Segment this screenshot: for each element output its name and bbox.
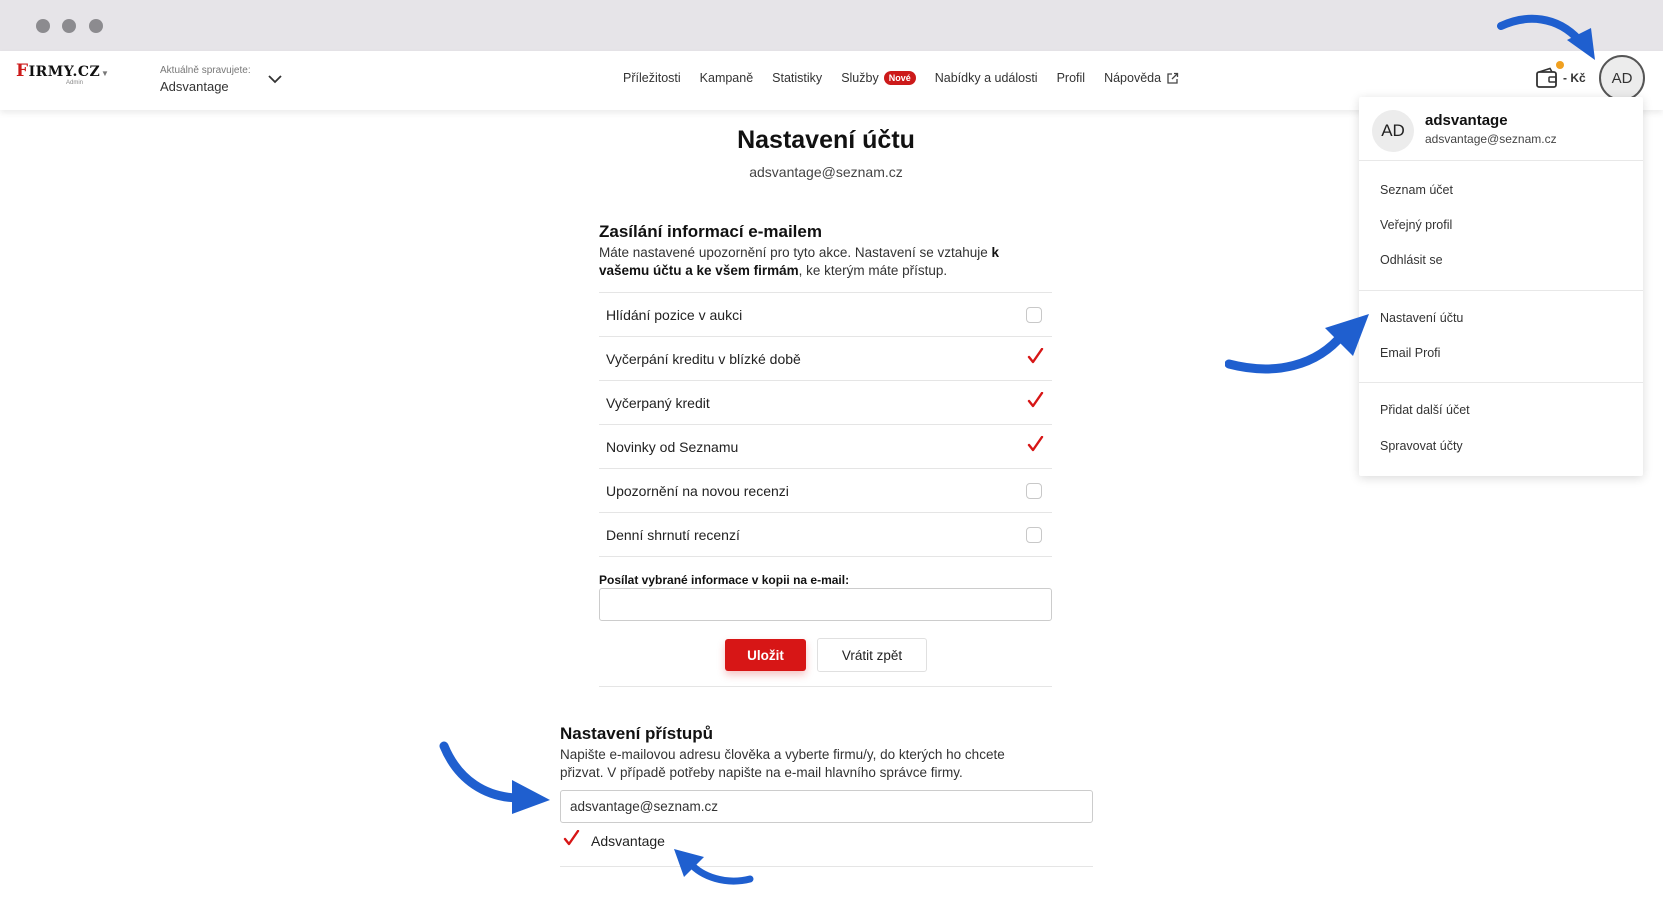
user-name: adsvantage — [1425, 112, 1508, 129]
nav-label: Služby — [841, 71, 879, 85]
save-button[interactable]: Uložit — [725, 639, 806, 671]
menu-item-nastaveni-uctu[interactable]: Nastavení účtu — [1380, 311, 1463, 325]
nav-kampane[interactable]: Kampaně — [700, 71, 754, 85]
pref-checkbox[interactable] — [1026, 482, 1042, 499]
menu-item-spravovat-ucty[interactable]: Spravovat účty — [1380, 439, 1463, 453]
checkmark-icon — [1027, 347, 1044, 363]
wallet-icon[interactable] — [1535, 67, 1559, 89]
new-badge: Nové — [883, 71, 916, 85]
user-menu-header: AD adsvantage adsvantage@seznam.cz — [1359, 97, 1643, 161]
menu-divider — [1359, 382, 1643, 383]
account-switcher-name[interactable]: Adsvantage — [160, 79, 229, 94]
section-divider — [560, 866, 1093, 867]
menu-divider — [1359, 290, 1643, 291]
avatar: AD — [1372, 110, 1414, 152]
pref-row-aukce[interactable]: Hlídání pozice v aukci — [599, 293, 1052, 337]
pref-checkbox[interactable] — [1026, 306, 1042, 323]
invite-email-input[interactable] — [560, 790, 1093, 823]
access-section-title: Nastavení přístupů — [560, 724, 714, 743]
pref-label: Denní shrnutí recenzí — [606, 526, 740, 543]
account-switcher-label: Aktuálně spravujete: — [160, 65, 251, 76]
menu-item-pridat-ucet[interactable]: Přidat další účet — [1380, 403, 1470, 417]
pref-checkbox[interactable] — [1026, 526, 1042, 543]
nav-label: Nabídky a události — [934, 71, 1038, 85]
annotation-arrow-icon — [439, 741, 550, 814]
window-minimize-dot[interactable] — [62, 19, 76, 33]
logo-text: IRMY.CZ — [28, 64, 101, 80]
pref-row-vycerpany-kredit[interactable]: Vyčerpaný kredit — [599, 381, 1052, 425]
pref-checkbox[interactable] — [1026, 435, 1044, 455]
checkmark-icon — [563, 830, 580, 846]
nav-prilezitosti[interactable]: Příležitosti — [623, 71, 681, 85]
logo-subtitle: Admin — [66, 80, 84, 86]
desc-text: přizvat. V případě potřeby napište na e-… — [560, 765, 963, 780]
menu-item-odhlasit[interactable]: Odhlásit se — [1380, 253, 1443, 267]
checkmark-icon — [1027, 391, 1044, 407]
desc-bold: k — [991, 245, 999, 260]
pref-row-denni-shrnuti[interactable]: Denní shrnutí recenzí — [599, 513, 1052, 557]
nav-label: Profil — [1056, 71, 1086, 85]
notifications-description: Máte nastavené upozornění pro tyto akce.… — [599, 244, 1069, 280]
window-maximize-dot[interactable] — [89, 19, 103, 33]
pref-row-novinky[interactable]: Novinky od Seznamu — [599, 425, 1052, 469]
chevron-down-icon[interactable] — [268, 75, 282, 84]
user-email: adsvantage@seznam.cz — [1425, 132, 1557, 146]
pref-checkbox[interactable] — [1026, 391, 1044, 411]
cc-email-input[interactable] — [599, 588, 1052, 621]
desc-text: , ke kterým máte přístup. — [798, 263, 948, 278]
credit-balance[interactable]: - Kč — [1563, 71, 1586, 85]
pref-row-vycerpani-kreditu[interactable]: Vyčerpání kreditu v blízké době — [599, 337, 1052, 381]
pref-row-nova-recenze[interactable]: Upozornění na novou recenzi — [599, 469, 1052, 513]
company-checkbox[interactable] — [562, 830, 580, 849]
desc-text: Napište e-mailovou adresu člověka a vybe… — [560, 747, 1005, 762]
annotation-arrow-icon — [1225, 314, 1369, 374]
company-checkbox-row[interactable]: Adsvantage — [562, 830, 665, 849]
revert-button[interactable]: Vrátit zpět — [817, 638, 927, 672]
pref-label: Vyčerpání kreditu v blízké době — [606, 350, 801, 367]
nav-napoveda[interactable]: Nápověda — [1104, 71, 1179, 85]
cc-email-label: Posílat vybrané informace v kopii na e-m… — [599, 573, 850, 587]
user-menu-dropdown: AD adsvantage adsvantage@seznam.cz Sezna… — [1359, 97, 1643, 476]
notifications-section-title: Zasílání informací e-mailem — [599, 222, 822, 241]
company-label: Adsvantage — [591, 833, 665, 849]
menu-item-email-profi[interactable]: Email Profi — [1380, 346, 1440, 360]
access-description: Napište e-mailovou adresu člověka a vybe… — [560, 746, 1120, 782]
pref-label: Upozornění na novou recenzi — [606, 482, 789, 499]
nav-label: Statistiky — [772, 71, 823, 85]
nav-nabidky[interactable]: Nabídky a události — [935, 71, 1038, 85]
nav-label: Nápověda — [1104, 71, 1162, 85]
firmy-logo[interactable]: FIRMY.CZ — [16, 61, 100, 81]
window-titlebar — [0, 0, 1663, 51]
nav-profil[interactable]: Profil — [1057, 71, 1085, 85]
menu-item-verejny-profil[interactable]: Veřejný profil — [1380, 218, 1452, 232]
pref-label: Vyčerpaný kredit — [606, 394, 710, 411]
pref-label: Novinky od Seznamu — [606, 438, 739, 455]
section-divider — [599, 686, 1052, 687]
user-avatar-button[interactable]: AD — [1599, 55, 1645, 101]
external-link-icon — [1167, 72, 1179, 84]
nav-label: Příležitosti — [623, 71, 681, 85]
nav-statistiky[interactable]: Statistiky — [772, 71, 822, 85]
pref-checkbox[interactable] — [1026, 347, 1044, 367]
page: FIRMY.CZ Admin ▼ Aktuálně spravujete: Ad… — [0, 0, 1663, 920]
main-nav: Příležitosti Kampaně Statistiky Služby No… — [623, 71, 1198, 85]
desc-bold: vašemu účtu a ke všem firmám — [599, 263, 799, 278]
desc-text: Máte nastavené upozornění pro tyto akce.… — [599, 245, 992, 260]
checkmark-icon — [1027, 435, 1044, 451]
pref-label: Hlídání pozice v aukci — [606, 306, 743, 323]
menu-item-seznam-ucet[interactable]: Seznam účet — [1380, 183, 1453, 197]
notification-preferences-list: Hlídání pozice v aukci Vyčerpání kreditu… — [599, 292, 1052, 557]
nav-sluzby[interactable]: Služby Nové — [841, 71, 916, 85]
logo-caret-icon[interactable]: ▼ — [101, 69, 109, 78]
window-close-dot[interactable] — [36, 19, 50, 33]
nav-label: Kampaně — [699, 71, 754, 85]
annotation-arrow-icon — [674, 849, 754, 885]
annotation-arrow-icon — [1497, 14, 1595, 60]
